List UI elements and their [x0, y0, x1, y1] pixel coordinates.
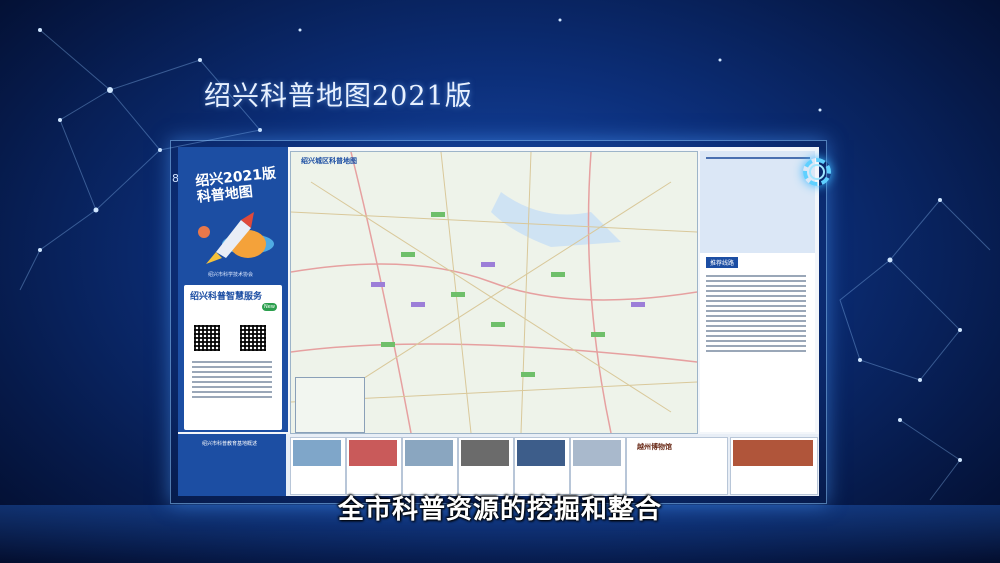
cover-brand-title: 绍兴2021版科普地图	[194, 165, 277, 206]
museum-label: 越州博物馆	[637, 442, 672, 451]
info-table	[700, 151, 815, 253]
science-map-poster: 绍兴2021版科普地图 绍兴市科学技术协会 绍兴科普智慧服务 New 绍兴城区科…	[178, 147, 819, 496]
photo-tile	[290, 437, 346, 495]
city-map: 绍兴城区科普地图	[290, 151, 698, 434]
route-panel: 推荐线路	[700, 151, 815, 432]
qr-code-icon	[240, 325, 266, 351]
map-title: 绍兴城区科普地图	[301, 157, 357, 165]
service-text	[192, 361, 272, 401]
map-inset	[295, 377, 365, 433]
subtitle-caption: 全市科普资源的挖掘和整合	[337, 495, 662, 525]
cover-panel: 绍兴2021版科普地图 绍兴市科学技术协会 绍兴科普智慧服务 New	[178, 147, 290, 496]
video-title: 绍兴科普地图2021版	[204, 81, 473, 112]
photo-tile	[730, 437, 818, 495]
route-text	[706, 275, 806, 355]
service-card: 绍兴科普智慧服务 New	[184, 285, 290, 496]
glow-ring-inner-icon	[809, 164, 825, 180]
museum-tile: 越州博物馆	[626, 437, 728, 495]
service-title: 绍兴科普智慧服务	[190, 292, 263, 302]
photo-tile	[346, 437, 402, 495]
photo-tile	[570, 437, 626, 495]
rocket-icon	[198, 212, 274, 264]
bottom-intro-panel: 绍兴市科普教育基地概述	[178, 434, 286, 496]
route-label: 推荐线路	[706, 257, 739, 268]
new-badge: New	[262, 303, 277, 311]
photo-tile	[514, 437, 570, 495]
cover-association: 绍兴市科学技术协会	[208, 272, 254, 278]
photo-tile	[402, 437, 458, 495]
photo-tile	[458, 437, 514, 495]
bottom-strip: 绍兴市科普教育基地概述 越州博物馆	[178, 434, 819, 496]
qr-code-icon	[194, 325, 220, 351]
bottom-title: 绍兴市科普教育基地概述	[202, 441, 258, 447]
